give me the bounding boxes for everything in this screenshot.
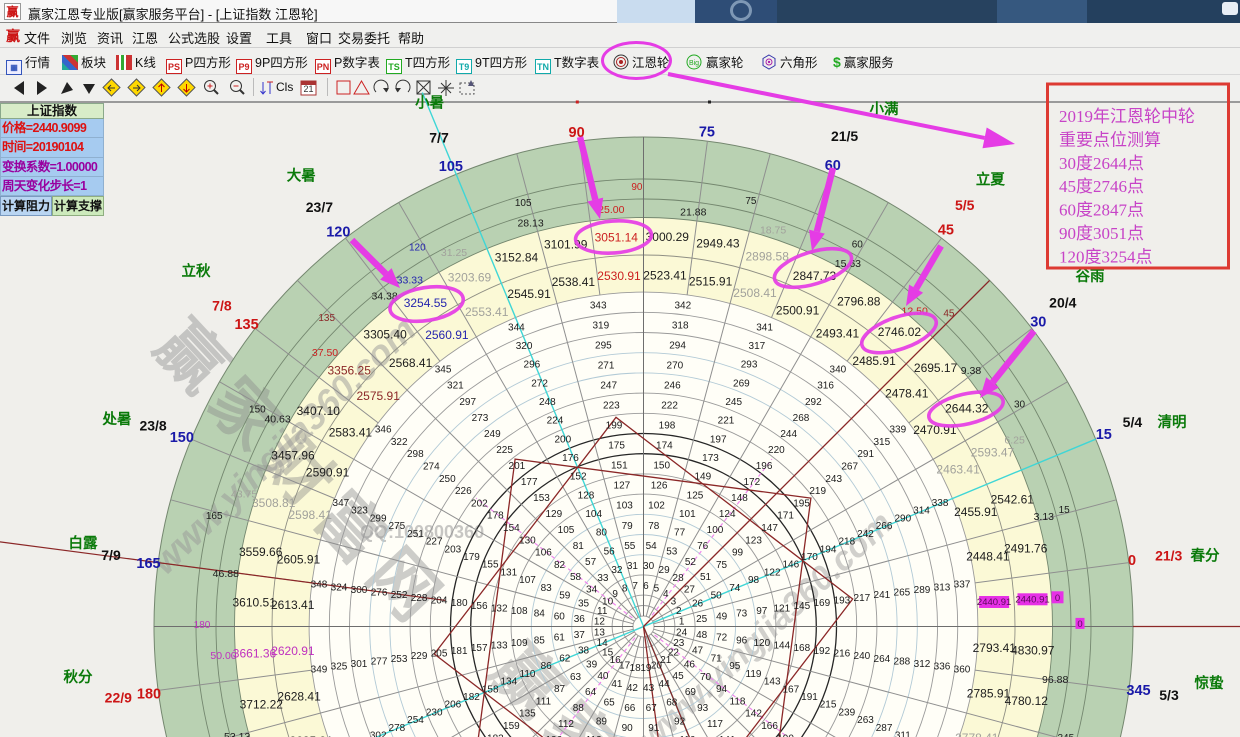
svg-text:21: 21 bbox=[303, 84, 313, 94]
svg-text:Big: Big bbox=[689, 60, 699, 67]
